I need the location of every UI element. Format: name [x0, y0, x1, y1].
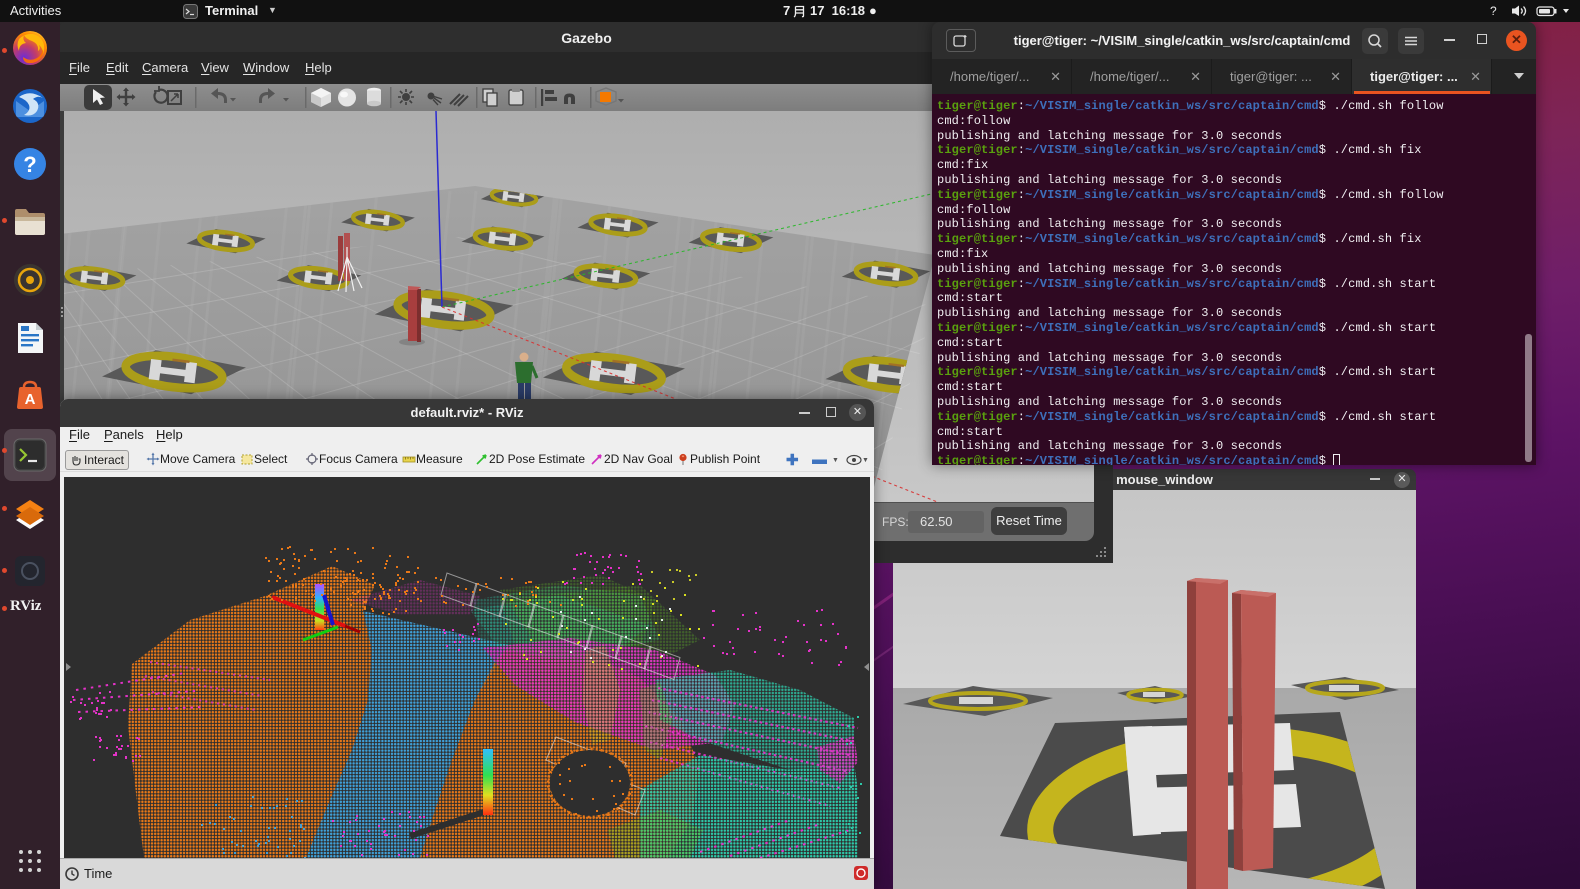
svg-text:?: ? [23, 152, 36, 177]
svg-text:?: ? [1490, 4, 1497, 18]
svg-text:A: A [25, 391, 36, 408]
